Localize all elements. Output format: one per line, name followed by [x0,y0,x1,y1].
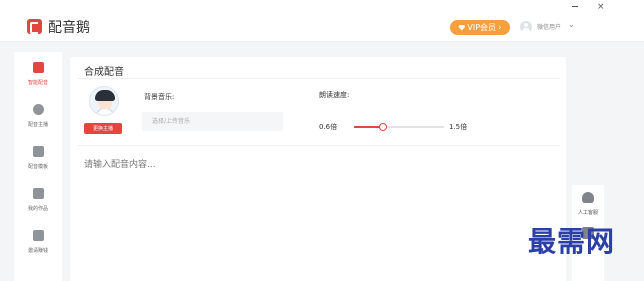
sidebar-item-invite[interactable]: 邀请赚钱 [14,230,62,266]
app-window: 配音鹅 VIP会员 › 微信用户 ⌄ × 智能配音 配音主播 配音模板 我的作品 [0,0,644,281]
speed-label: 朗读速度: [319,91,350,99]
chevron-down-icon[interactable]: ⌄ [568,20,575,29]
speed-max-label: 1.5倍 [449,123,468,131]
gift-icon [32,230,44,241]
divider [78,145,560,146]
minimize-button[interactable] [572,6,578,7]
sidebar-item-label: 邀请赚钱 [27,248,48,254]
page-title: 合成配音 [84,67,124,78]
customer-service-label[interactable]: 人工客服 [572,209,604,216]
bgm-select-input[interactable] [142,112,283,131]
sidebar-item-templates[interactable]: 配音模板 [14,146,62,182]
sidebar-item-label: 我的作品 [27,206,48,212]
app-logo-icon [27,19,42,34]
template-icon [32,146,44,157]
content-input[interactable] [78,152,556,272]
sidebar-item-label: 智能配音 [27,80,48,86]
change-anchor-button[interactable]: 更换主播 [84,123,122,134]
dubbing-icon [32,62,44,73]
divider [78,78,560,79]
folder-icon [32,188,44,199]
vip-button[interactable]: VIP会员 › [450,20,510,35]
speed-slider[interactable] [354,123,444,131]
sidebar: 智能配音 配音主播 配音模板 我的作品 邀请赚钱 [14,52,62,281]
user-name[interactable]: 微信用户 [537,22,561,31]
vip-arrow-icon: › [498,22,502,33]
header-bar: 配音鹅 VIP会员 › 微信用户 ⌄ × [0,0,644,42]
sidebar-item-label: 配音模板 [27,164,48,170]
close-button[interactable]: × [597,2,605,12]
watermark: 最需网 [528,225,616,258]
compose-panel: 合成配音 更换主播 背景音乐: 朗读速度: 0.6倍 1.5倍 [70,57,566,281]
user-avatar-icon[interactable] [520,21,532,33]
sidebar-item-my-works[interactable]: 我的作品 [14,188,62,224]
anchor-icon [32,104,44,115]
speed-slider-thumb[interactable] [378,123,387,131]
speed-min-label: 0.6倍 [319,123,338,131]
sidebar-item-anchors[interactable]: 配音主播 [14,104,62,140]
sidebar-item-label: 配音主播 [27,122,48,128]
diamond-icon [458,24,466,31]
bgm-label: 背景音乐: [144,93,175,101]
sidebar-item-smart-dubbing[interactable]: 智能配音 [14,62,62,98]
app-title: 配音鹅 [48,20,90,36]
vip-label: VIP会员 [467,23,497,32]
headset-icon[interactable] [582,192,594,203]
anchor-avatar[interactable] [89,86,119,116]
